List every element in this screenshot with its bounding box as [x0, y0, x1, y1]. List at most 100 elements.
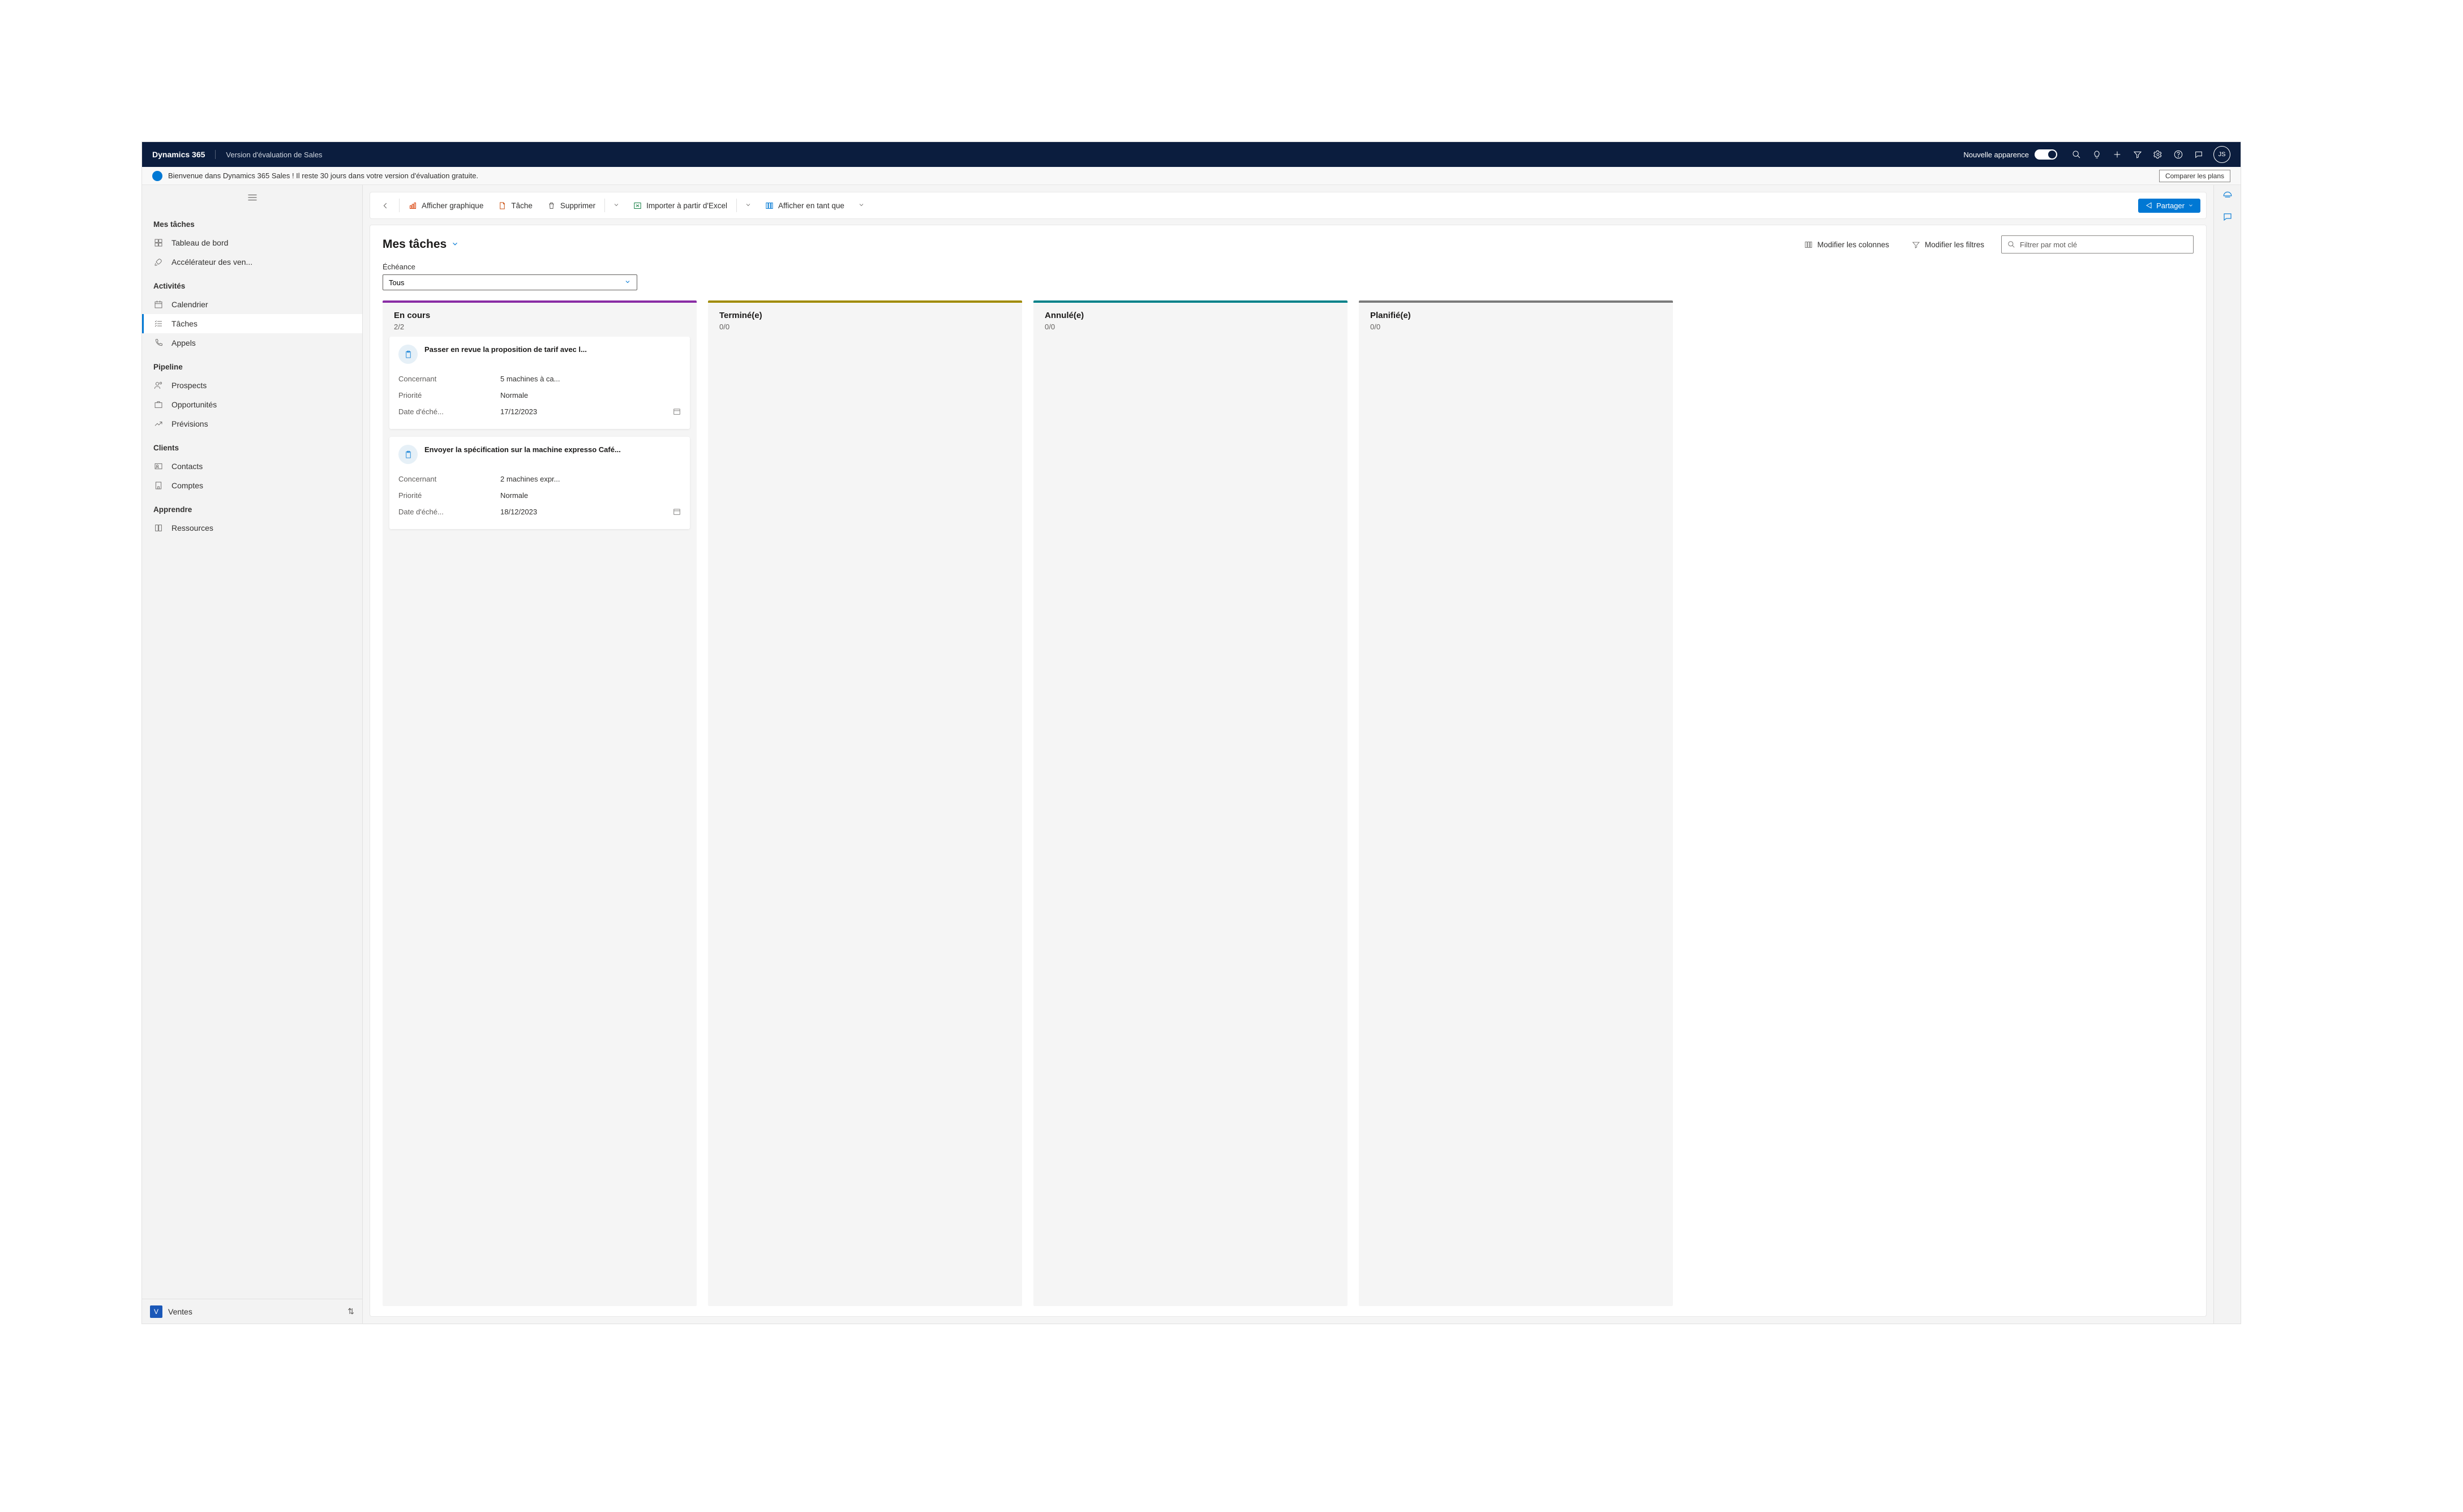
task-card[interactable]: Passer en revue la proposition de tarif … [389, 337, 690, 429]
right-rail [2213, 185, 2241, 1324]
sidebar-item-opportunities[interactable]: Opportunités [142, 395, 362, 414]
area-badge: V [150, 1305, 162, 1318]
more-chevron-3[interactable] [853, 198, 869, 213]
calendar-icon [668, 508, 681, 517]
sidebar-item-tasks[interactable]: Tâches [142, 314, 362, 333]
new-task-button[interactable]: Tâche [492, 198, 538, 213]
hamburger-icon[interactable] [142, 185, 362, 210]
lane-count: 0/0 [1370, 323, 1662, 331]
sidebar-item-calls[interactable]: Appels [142, 333, 362, 353]
field-value: 18/12/2023 [500, 508, 668, 517]
more-chevron-1[interactable] [608, 198, 624, 213]
clipboard-icon [398, 345, 418, 364]
chat-icon[interactable] [2189, 144, 2209, 165]
import-excel-button[interactable]: Importer à partir d'Excel [628, 198, 733, 213]
cmd-label: Importer à partir d'Excel [646, 201, 727, 210]
cmd-label: Supprimer [560, 201, 595, 210]
edit-columns-button[interactable]: Modifier les colonnes [1799, 237, 1895, 252]
dashboard-icon [153, 238, 164, 248]
sidebar-item-label: Accélérateur des ven... [171, 257, 252, 267]
lane-cancelled: Annulé(e) 0/0 [1033, 300, 1348, 1306]
field-value: Normale [500, 491, 681, 500]
copilot-icon[interactable] [2222, 191, 2233, 204]
app-window: Dynamics 365 Version d'évaluation de Sal… [141, 141, 2241, 1324]
cmd-label: Partager [2156, 201, 2185, 210]
task-card[interactable]: Envoyer la spécification sur la machine … [389, 437, 690, 529]
show-as-button[interactable]: Afficher en tant que [760, 198, 850, 213]
sidebar-item-label: Calendrier [171, 300, 208, 309]
sidebar-item-calendar[interactable]: Calendrier [142, 295, 362, 314]
page-header: Mes tâches Modifier les colonnes Modifie… [383, 235, 2194, 254]
sidebar-item-label: Appels [171, 338, 196, 347]
sidebar-item-accelerator[interactable]: Accélérateur des ven... [142, 252, 362, 272]
new-look-toggle[interactable] [2035, 149, 2057, 160]
field-label: Concernant [398, 475, 500, 483]
lane-title: Annulé(e) [1045, 311, 1336, 320]
leads-icon [153, 380, 164, 390]
sidebar-item-label: Contacts [171, 462, 203, 471]
sidebar-item-resources[interactable]: Ressources [142, 518, 362, 538]
section-activities: Activités [142, 272, 362, 295]
edit-filters-button[interactable]: Modifier les filtres [1906, 237, 1990, 252]
section-my-tasks: Mes tâches [142, 210, 362, 233]
lane-completed: Terminé(e) 0/0 [708, 300, 1022, 1306]
act-label: Modifier les colonnes [1817, 240, 1889, 249]
lane-title: Terminé(e) [719, 311, 1011, 320]
page-body: Mes tâches Modifier les colonnes Modifie… [370, 225, 2207, 1317]
lane-count: 0/0 [1045, 323, 1336, 331]
kanban-board: En cours 2/2 Passer en revue la proposit… [383, 300, 2194, 1306]
field-value: Normale [500, 391, 681, 400]
settings-icon[interactable] [2148, 144, 2168, 165]
briefcase-icon [153, 400, 164, 410]
trend-icon [153, 419, 164, 429]
sidebar-item-forecasts[interactable]: Prévisions [142, 414, 362, 433]
book-icon [153, 523, 164, 533]
cmd-label: Afficher graphique [422, 201, 483, 210]
compare-plans-button[interactable]: Comparer les plans [2159, 170, 2230, 182]
act-label: Modifier les filtres [1925, 240, 1984, 249]
lane-count: 2/2 [394, 323, 685, 331]
section-learn: Apprendre [142, 495, 362, 518]
new-look-label: Nouvelle apparence [1963, 151, 2029, 159]
page-title[interactable]: Mes tâches [383, 238, 459, 251]
section-customers: Clients [142, 433, 362, 457]
clipboard-icon [398, 445, 418, 464]
field-label: Priorité [398, 391, 500, 400]
card-title: Passer en revue la proposition de tarif … [424, 345, 587, 355]
field-label: Priorité [398, 491, 500, 500]
teams-chat-icon[interactable] [2222, 212, 2233, 225]
echeance-select[interactable]: Tous [383, 274, 637, 290]
sidebar-item-dashboard[interactable]: Tableau de bord [142, 233, 362, 252]
lane-title: En cours [394, 311, 685, 320]
delete-button[interactable]: Supprimer [542, 198, 601, 213]
banner-text: Bienvenue dans Dynamics 365 Sales ! Il r… [168, 171, 478, 180]
cmd-label: Afficher en tant que [778, 201, 844, 210]
keyword-filter-input[interactable]: Filtrer par mot clé [2001, 235, 2194, 254]
search-icon[interactable] [2066, 144, 2087, 165]
sidebar-item-contacts[interactable]: Contacts [142, 457, 362, 476]
field-value: 2 machines expr... [500, 475, 681, 483]
share-button[interactable]: Partager [2138, 199, 2200, 213]
tasks-icon [153, 319, 164, 329]
plus-icon[interactable] [2107, 144, 2127, 165]
lane-planned: Planifié(e) 0/0 [1359, 300, 1673, 1306]
sidebar-item-label: Tâches [171, 319, 198, 328]
field-value: 5 machines à ca... [500, 375, 681, 383]
rocket-icon [153, 257, 164, 267]
contact-card-icon [153, 461, 164, 471]
area-switcher[interactable]: V Ventes ⇅ [142, 1299, 362, 1324]
user-avatar[interactable]: JS [2213, 146, 2230, 163]
sidebar-item-accounts[interactable]: Comptes [142, 476, 362, 495]
show-chart-button[interactable]: Afficher graphique [403, 198, 489, 213]
back-button[interactable] [376, 198, 396, 213]
filter-icon[interactable] [2127, 144, 2148, 165]
more-chevron-2[interactable] [740, 198, 756, 213]
help-icon[interactable] [2168, 144, 2189, 165]
info-icon [152, 171, 162, 181]
sidebar-item-label: Prospects [171, 381, 207, 390]
sidebar-item-leads[interactable]: Prospects [142, 376, 362, 395]
brand: Dynamics 365 [152, 150, 216, 159]
lightbulb-icon[interactable] [2087, 144, 2107, 165]
sidebar-item-label: Opportunités [171, 400, 217, 409]
field-label: Date d'éché... [398, 407, 500, 417]
